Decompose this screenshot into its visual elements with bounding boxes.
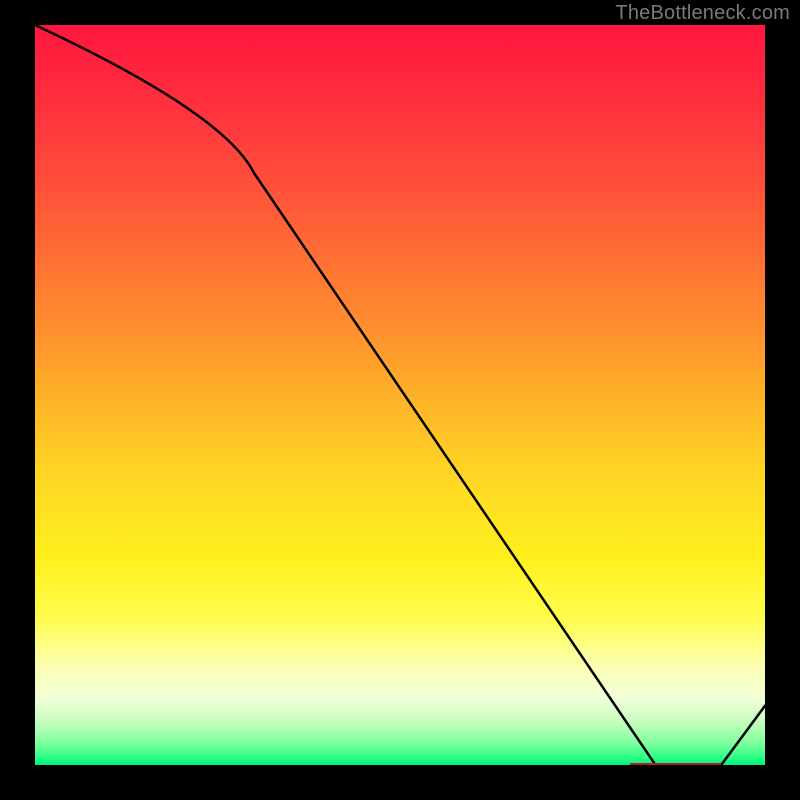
plot-area xyxy=(35,25,765,765)
watermark-text: TheBottleneck.com xyxy=(615,2,790,25)
chart-frame: TheBottleneck.com xyxy=(0,0,800,800)
minimum-plateau-marker xyxy=(630,763,721,765)
line-curve xyxy=(35,25,765,765)
